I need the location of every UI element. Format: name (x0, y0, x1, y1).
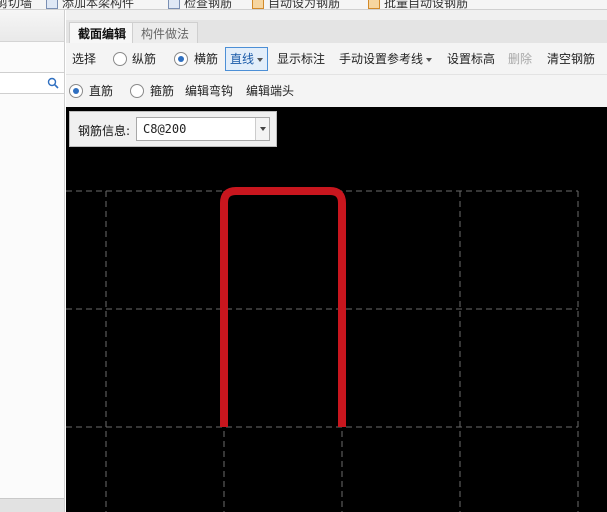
manual-ref-line-button[interactable]: 手动设置参考线 (339, 51, 433, 67)
edit-hook-button[interactable]: 编辑弯钩 (185, 83, 233, 99)
manual-ref-line-label: 手动设置参考线 (339, 52, 424, 66)
top-toolbar-item[interactable]: 添加本梁构件 (46, 0, 134, 9)
longitudinal-label[interactable]: 纵筋 (132, 51, 156, 67)
edit-end-button[interactable]: 编辑端头 (246, 83, 294, 99)
rebar-info-label: 钢筋信息: (78, 124, 131, 138)
toolbar-row-1: 选择 纵筋 横筋 直线 显示标注 手动设置参考线 设置标高 删除 清空钢筋 (66, 43, 607, 75)
left-panel-header (0, 10, 64, 42)
straight-rebar-label[interactable]: 直筋 (89, 83, 113, 99)
top-toolbar: 剪切墙 添加本梁构件 检查钢筋 自动设为钢筋 批量自动设钢筋 (0, 0, 607, 10)
section-editor: 截面编辑 构件做法 选择 纵筋 横筋 直线 显示标注 手动设置参考线 设置标高 … (66, 10, 607, 512)
search-input[interactable] (0, 72, 64, 94)
set-elevation-button[interactable]: 设置标高 (447, 51, 495, 67)
chevron-down-icon[interactable] (255, 118, 269, 140)
search-icon[interactable] (47, 77, 59, 89)
left-panel-scrollbar[interactable] (0, 498, 64, 512)
section-drawing[interactable] (66, 107, 607, 512)
top-toolbar-item[interactable]: 检查钢筋 (168, 0, 232, 9)
stirrup-radio[interactable] (130, 84, 144, 98)
toolbar-icon (368, 0, 380, 9)
toolbar-row-2: 直筋 箍筋 编辑弯钩 编辑端头 (66, 75, 607, 107)
toolbar-icon (252, 0, 264, 9)
toolbar-icon (46, 0, 58, 9)
show-label-button[interactable]: 显示标注 (277, 51, 325, 67)
line-type-label: 直线 (230, 52, 255, 66)
chevron-down-icon (257, 57, 264, 62)
rebar-info-select[interactable]: C8@200 (136, 117, 270, 141)
tab-section-edit[interactable]: 截面编辑 (69, 22, 136, 45)
clear-rebar-button[interactable]: 清空钢筋 (547, 51, 595, 67)
longitudinal-radio[interactable] (113, 52, 127, 66)
delete-button[interactable]: 删除 (508, 51, 532, 67)
stirrup-label[interactable]: 箍筋 (150, 83, 174, 99)
top-toolbar-item[interactable]: 剪切墙 (0, 0, 32, 9)
top-toolbar-item[interactable]: 自动设为钢筋 (252, 0, 340, 9)
rebar-info-panel: 钢筋信息: C8@200 (69, 111, 277, 147)
rebar-info-value: C8@200 (143, 122, 187, 136)
transverse-radio[interactable] (174, 52, 188, 66)
tab-component-method[interactable]: 构件做法 (132, 22, 199, 44)
toolbar-icon (168, 0, 180, 9)
select-button[interactable]: 选择 (72, 51, 96, 67)
transverse-label[interactable]: 横筋 (194, 51, 218, 67)
reference-grid (66, 190, 579, 512)
straight-rebar-radio[interactable] (69, 84, 83, 98)
line-type-dropdown[interactable]: 直线 (225, 47, 269, 71)
chevron-down-icon (426, 57, 433, 62)
drawing-canvas[interactable]: 钢筋信息: C8@200 (66, 107, 607, 512)
top-toolbar-item[interactable]: 批量自动设钢筋 (368, 0, 468, 9)
